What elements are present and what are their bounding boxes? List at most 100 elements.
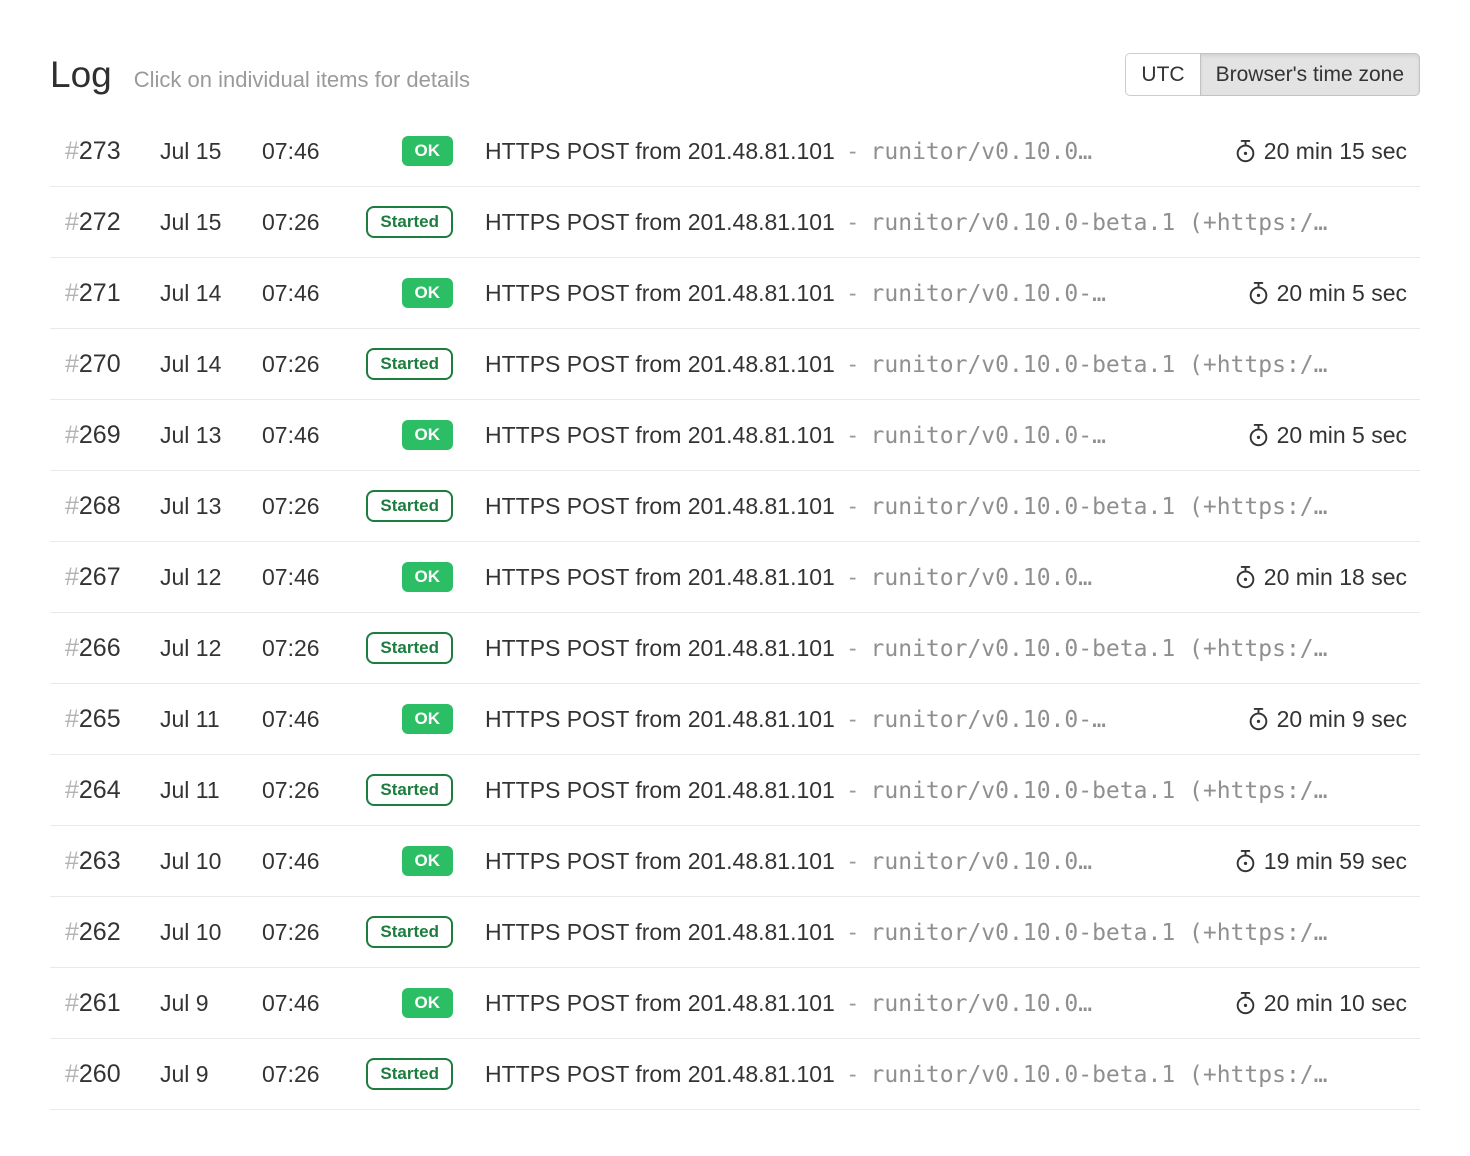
- browser-timezone-button[interactable]: Browser's time zone: [1200, 53, 1420, 96]
- event-time: 07:46: [262, 422, 360, 449]
- check-number-value: 262: [79, 918, 121, 946]
- check-number-value: 265: [79, 705, 121, 733]
- description-separator: -: [849, 777, 857, 803]
- event-description: HTTPS POST from 201.48.81.101-runitor/v0…: [485, 990, 1222, 1017]
- log-row[interactable]: #271 Jul 14 07:46 OK HTTPS POST from 201…: [50, 258, 1420, 329]
- check-number: #270: [65, 350, 160, 379]
- log-row[interactable]: #266 Jul 12 07:26 Started HTTPS POST fro…: [50, 613, 1420, 684]
- status-badge: OK: [402, 562, 454, 592]
- description-separator: -: [849, 351, 857, 377]
- check-number-value: 271: [79, 279, 121, 307]
- hash-prefix: #: [65, 705, 79, 733]
- event-time: 07:26: [262, 777, 360, 804]
- description-separator: -: [849, 919, 857, 945]
- event-duration: 20 min 18 sec: [1234, 564, 1407, 591]
- event-date: Jul 14: [160, 351, 262, 378]
- log-row[interactable]: #265 Jul 11 07:46 OK HTTPS POST from 201…: [50, 684, 1420, 755]
- check-number-value: 260: [79, 1060, 121, 1088]
- event-date: Jul 15: [160, 209, 262, 236]
- log-row[interactable]: #272 Jul 15 07:26 Started HTTPS POST fro…: [50, 187, 1420, 258]
- status-badge-cell: Started: [360, 348, 453, 380]
- check-number: #263: [65, 847, 160, 876]
- utc-button[interactable]: UTC: [1125, 53, 1200, 96]
- event-description: HTTPS POST from 201.48.81.101-runitor/v0…: [485, 209, 1407, 236]
- stopwatch-icon: [1234, 139, 1257, 163]
- event-description: HTTPS POST from 201.48.81.101-runitor/v0…: [485, 635, 1407, 662]
- event-time: 07:26: [262, 1061, 360, 1088]
- user-agent-text: runitor/v0.10.0-beta.1 (+https:/…: [871, 352, 1328, 378]
- event-duration-text: 20 min 9 sec: [1277, 706, 1407, 733]
- log-row[interactable]: #269 Jul 13 07:46 OK HTTPS POST from 201…: [50, 400, 1420, 471]
- page-subtitle: Click on individual items for details: [134, 67, 470, 93]
- event-time: 07:46: [262, 280, 360, 307]
- event-date: Jul 13: [160, 493, 262, 520]
- hash-prefix: #: [65, 1060, 79, 1088]
- status-badge: OK: [402, 988, 454, 1018]
- event-description-text: HTTPS POST from 201.48.81.101: [485, 1061, 835, 1087]
- event-time: 07:26: [262, 209, 360, 236]
- hash-prefix: #: [65, 634, 79, 662]
- log-row[interactable]: #264 Jul 11 07:26 Started HTTPS POST fro…: [50, 755, 1420, 826]
- event-duration: 20 min 5 sec: [1247, 422, 1407, 449]
- event-duration-text: 20 min 5 sec: [1277, 422, 1407, 449]
- status-badge-cell: OK: [360, 704, 453, 734]
- event-date: Jul 10: [160, 848, 262, 875]
- description-separator: -: [849, 990, 857, 1016]
- event-description-text: HTTPS POST from 201.48.81.101: [485, 280, 835, 306]
- check-number: #271: [65, 279, 160, 308]
- log-row[interactable]: #261 Jul 9 07:46 OK HTTPS POST from 201.…: [50, 968, 1420, 1039]
- log-list: #273 Jul 15 07:46 OK HTTPS POST from 201…: [50, 116, 1420, 1110]
- check-number-value: 264: [79, 776, 121, 804]
- hash-prefix: #: [65, 847, 79, 875]
- event-time: 07:46: [262, 848, 360, 875]
- hash-prefix: #: [65, 918, 79, 946]
- event-date: Jul 9: [160, 1061, 262, 1088]
- status-badge: OK: [402, 704, 454, 734]
- event-description-text: HTTPS POST from 201.48.81.101: [485, 706, 835, 732]
- description-separator: -: [849, 635, 857, 661]
- event-description-text: HTTPS POST from 201.48.81.101: [485, 990, 835, 1016]
- event-date: Jul 11: [160, 777, 262, 804]
- title-wrap: Log Click on individual items for detail…: [50, 54, 470, 96]
- hash-prefix: #: [65, 776, 79, 804]
- user-agent-text: runitor/v0.10.0…: [871, 849, 1093, 875]
- log-row[interactable]: #262 Jul 10 07:26 Started HTTPS POST fro…: [50, 897, 1420, 968]
- user-agent-text: runitor/v0.10.0-beta.1 (+https:/…: [871, 636, 1328, 662]
- event-time: 07:26: [262, 919, 360, 946]
- event-description-text: HTTPS POST from 201.48.81.101: [485, 777, 835, 803]
- user-agent-text: runitor/v0.10.0-…: [871, 423, 1106, 449]
- user-agent-text: runitor/v0.10.0…: [871, 991, 1093, 1017]
- event-date: Jul 10: [160, 919, 262, 946]
- user-agent-text: runitor/v0.10.0…: [871, 565, 1093, 591]
- log-row[interactable]: #268 Jul 13 07:26 Started HTTPS POST fro…: [50, 471, 1420, 542]
- user-agent-text: runitor/v0.10.0…: [871, 139, 1093, 165]
- status-badge-cell: Started: [360, 490, 453, 522]
- event-time: 07:46: [262, 990, 360, 1017]
- hash-prefix: #: [65, 989, 79, 1017]
- description-separator: -: [849, 138, 857, 164]
- check-number-value: 267: [79, 563, 121, 591]
- hash-prefix: #: [65, 563, 79, 591]
- stopwatch-icon: [1234, 849, 1257, 873]
- check-number: #261: [65, 989, 160, 1018]
- event-duration-text: 20 min 18 sec: [1264, 564, 1407, 591]
- log-row[interactable]: #267 Jul 12 07:46 OK HTTPS POST from 201…: [50, 542, 1420, 613]
- check-number-value: 266: [79, 634, 121, 662]
- status-badge: Started: [366, 206, 453, 238]
- status-badge: OK: [402, 420, 454, 450]
- check-number: #268: [65, 492, 160, 521]
- event-description: HTTPS POST from 201.48.81.101-runitor/v0…: [485, 351, 1407, 378]
- status-badge: Started: [366, 916, 453, 948]
- page-header: Log Click on individual items for detail…: [50, 53, 1420, 96]
- log-row[interactable]: #263 Jul 10 07:46 OK HTTPS POST from 201…: [50, 826, 1420, 897]
- status-badge: Started: [366, 348, 453, 380]
- status-badge: OK: [402, 136, 454, 166]
- status-badge-cell: OK: [360, 136, 453, 166]
- log-row[interactable]: #270 Jul 14 07:26 Started HTTPS POST fro…: [50, 329, 1420, 400]
- status-badge: OK: [402, 278, 454, 308]
- log-row[interactable]: #273 Jul 15 07:46 OK HTTPS POST from 201…: [50, 116, 1420, 187]
- event-description: HTTPS POST from 201.48.81.101-runitor/v0…: [485, 280, 1235, 307]
- stopwatch-icon: [1234, 565, 1257, 589]
- log-row[interactable]: #260 Jul 9 07:26 Started HTTPS POST from…: [50, 1039, 1420, 1110]
- event-duration: 20 min 15 sec: [1234, 138, 1407, 165]
